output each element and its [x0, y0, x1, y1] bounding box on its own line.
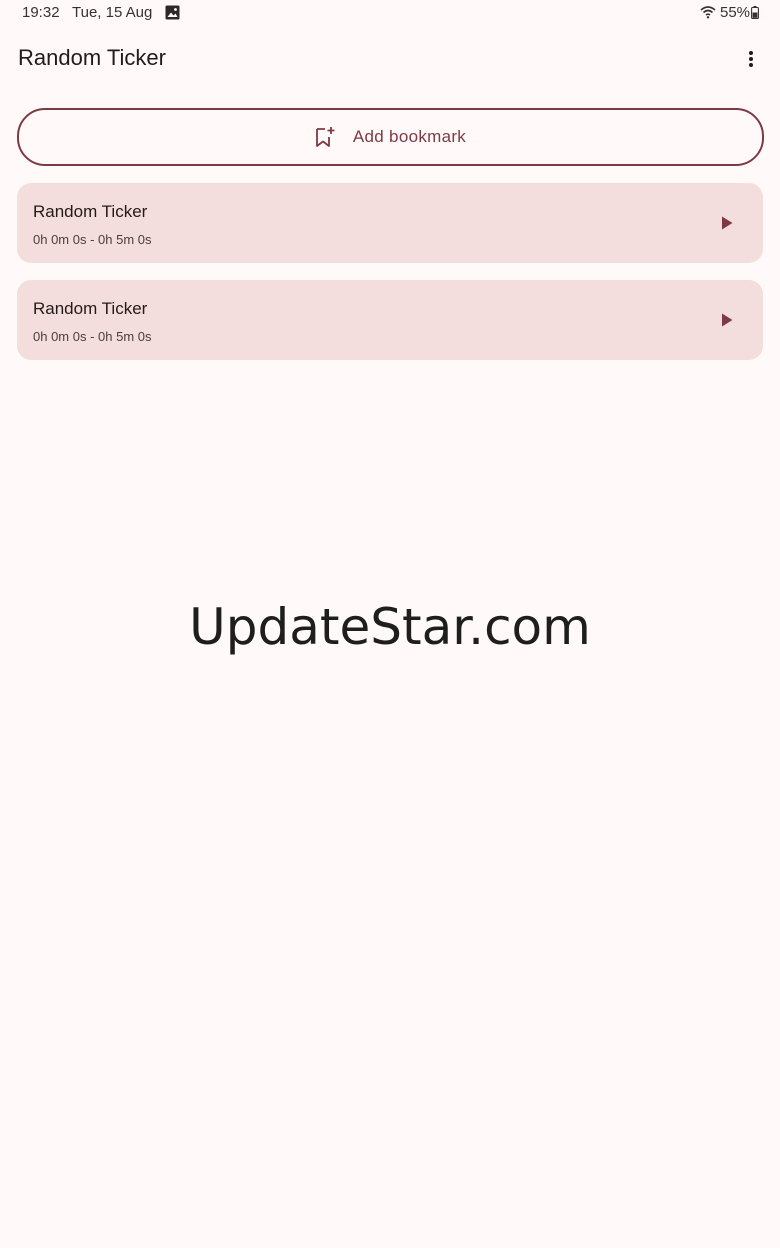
ticker-time-range: 0h 0m 0s - 0h 5m 0s [33, 329, 152, 344]
ticker-card[interactable]: Random Ticker 0h 0m 0s - 0h 5m 0s [17, 280, 763, 360]
play-icon [722, 313, 733, 327]
watermark: UpdateStar.com [189, 598, 591, 656]
more-options-button[interactable] [736, 44, 766, 74]
wifi-icon [700, 6, 716, 19]
add-bookmark-label: Add bookmark [352, 127, 467, 146]
play-icon [722, 216, 733, 230]
add-bookmark-button[interactable]: Add bookmark [17, 108, 764, 166]
gallery-icon [165, 5, 180, 20]
play-button[interactable] [711, 207, 743, 239]
play-button[interactable] [711, 304, 743, 336]
more-vert-icon [749, 51, 753, 67]
status-bar: 19:32 Tue, 15 Aug 55% [0, 0, 780, 26]
battery-percentage: 55% [720, 4, 751, 21]
status-date: Tue, 15 Aug [72, 4, 153, 21]
bookmark-add-icon [315, 127, 335, 147]
status-time: 19:32 [22, 4, 60, 21]
ticker-name: Random Ticker [33, 299, 148, 318]
ticker-card[interactable]: Random Ticker 0h 0m 0s - 0h 5m 0s [17, 183, 763, 263]
battery-icon [751, 6, 759, 19]
ticker-name: Random Ticker [33, 202, 148, 221]
ticker-time-range: 0h 0m 0s - 0h 5m 0s [33, 232, 152, 247]
app-title: Random Ticker [18, 45, 166, 70]
